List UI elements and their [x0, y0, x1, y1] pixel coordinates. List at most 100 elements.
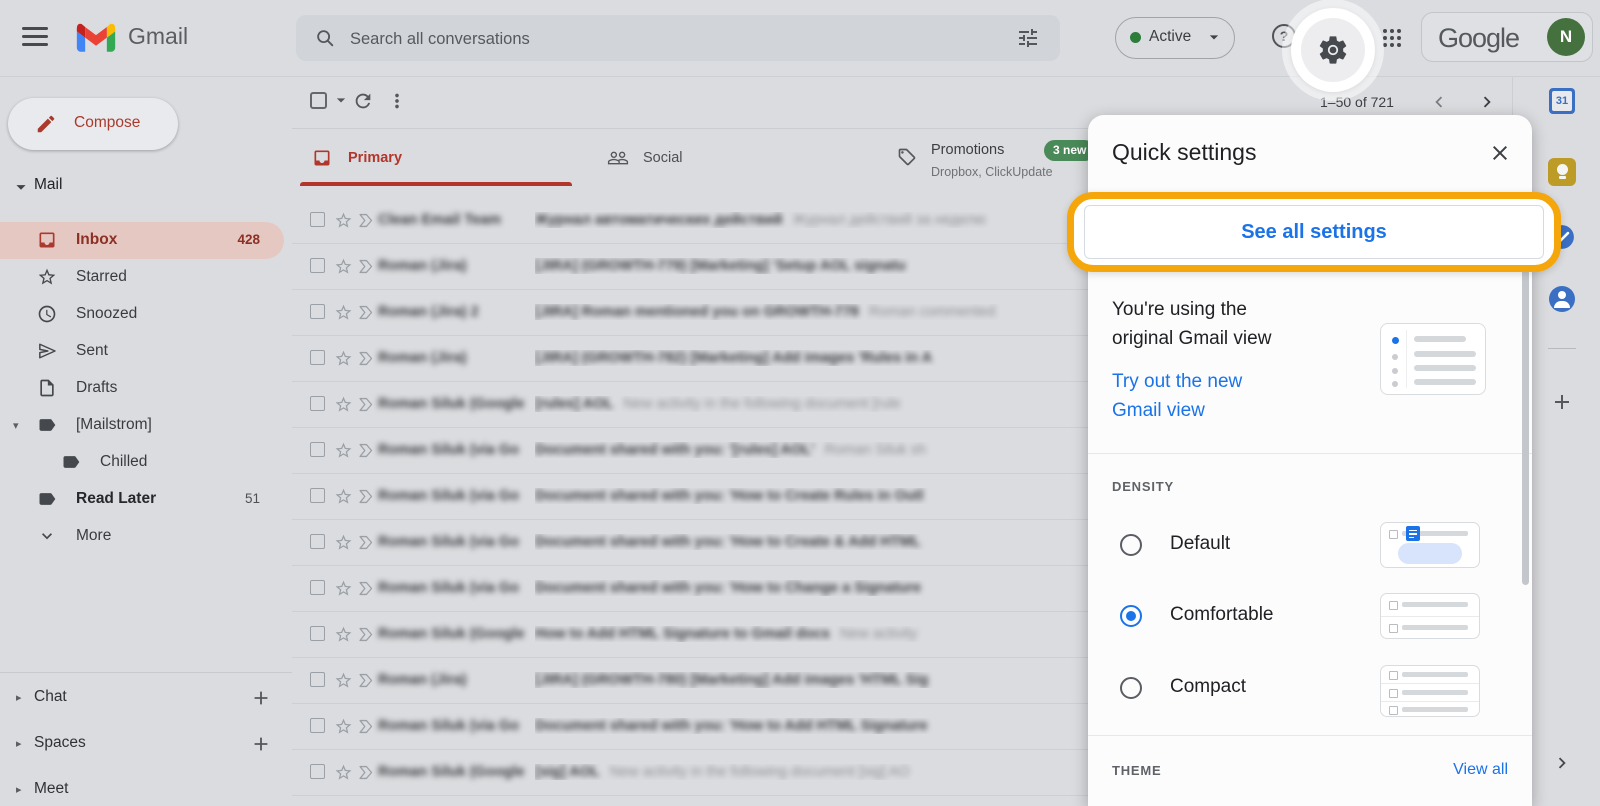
- settings-gear-icon[interactable]: [1316, 33, 1350, 67]
- importance-marker-icon[interactable]: [356, 533, 376, 552]
- select-dropdown-icon[interactable]: [331, 90, 351, 110]
- density-option-comfortable[interactable]: Comfortable: [1170, 604, 1274, 626]
- sidebar-item-more[interactable]: More: [0, 518, 284, 555]
- google-account-area: Google N: [1421, 12, 1593, 62]
- expand-arrow-icon[interactable]: ▾: [13, 419, 19, 432]
- star-icon[interactable]: [334, 441, 353, 460]
- density-option-compact[interactable]: Compact: [1170, 676, 1246, 698]
- sidebar-item-read-later[interactable]: Read Later 51: [0, 481, 284, 518]
- star-icon[interactable]: [334, 349, 353, 368]
- panel-scrollbar[interactable]: [1522, 235, 1529, 585]
- row-checkbox[interactable]: [310, 718, 325, 733]
- importance-marker-icon[interactable]: [356, 395, 376, 414]
- select-all-checkbox[interactable]: [310, 92, 327, 109]
- sidebar-section-meet[interactable]: ▸ Meet: [0, 772, 284, 806]
- row-checkbox[interactable]: [310, 626, 325, 641]
- sidebar-item-label: Snoozed: [76, 305, 137, 323]
- importance-marker-icon[interactable]: [356, 763, 376, 782]
- gmail-app: Gmail Active ? Google N Compose: [0, 0, 1600, 806]
- row-checkbox[interactable]: [310, 534, 325, 549]
- row-checkbox[interactable]: [310, 442, 325, 457]
- refresh-icon[interactable]: [352, 90, 374, 112]
- older-page-icon[interactable]: [1476, 91, 1498, 113]
- see-all-settings-button[interactable]: See all settings: [1084, 205, 1544, 259]
- sidebar-item-starred[interactable]: Starred: [0, 259, 284, 296]
- more-options-icon[interactable]: [386, 90, 408, 112]
- avatar[interactable]: N: [1547, 18, 1585, 56]
- importance-marker-icon[interactable]: [356, 257, 376, 276]
- theme-view-all-link[interactable]: View all: [1453, 761, 1508, 779]
- star-icon[interactable]: [334, 671, 353, 690]
- nav-icon: [37, 230, 57, 250]
- sidebar-item-chilled[interactable]: Chilled: [0, 444, 284, 481]
- close-icon[interactable]: [1488, 141, 1512, 165]
- status-selector[interactable]: Active: [1115, 17, 1235, 59]
- section-collapse-icon[interactable]: [10, 176, 32, 198]
- importance-marker-icon[interactable]: [356, 211, 376, 230]
- promotions-tab-label: Promotions: [931, 142, 1004, 158]
- row-checkbox[interactable]: [310, 672, 325, 687]
- density-option-default[interactable]: Default: [1170, 533, 1230, 555]
- sidebar-item-sent[interactable]: Sent: [0, 333, 284, 370]
- row-checkbox[interactable]: [310, 488, 325, 503]
- row-checkbox[interactable]: [310, 304, 325, 319]
- sidebar-section-spaces[interactable]: ▸ Spaces: [0, 726, 284, 762]
- star-icon[interactable]: [334, 303, 353, 322]
- keep-icon[interactable]: [1548, 158, 1576, 186]
- star-icon[interactable]: [334, 395, 353, 414]
- search-icon[interactable]: [314, 27, 336, 49]
- compose-button[interactable]: Compose: [8, 98, 178, 150]
- row-checkbox[interactable]: [310, 580, 325, 595]
- importance-marker-icon[interactable]: [356, 441, 376, 460]
- search-bar[interactable]: [296, 15, 1060, 61]
- importance-marker-icon[interactable]: [356, 579, 376, 598]
- star-icon[interactable]: [334, 533, 353, 552]
- row-checkbox[interactable]: [310, 212, 325, 227]
- sidebar-item-mailstrom[interactable]: ▾ [Mailstrom]: [0, 407, 284, 444]
- get-addons-icon[interactable]: [1550, 390, 1574, 414]
- importance-marker-icon[interactable]: [356, 671, 376, 690]
- importance-marker-icon[interactable]: [356, 717, 376, 736]
- importance-marker-icon[interactable]: [356, 487, 376, 506]
- radio-default[interactable]: [1120, 534, 1142, 556]
- apps-grid-icon[interactable]: [1380, 26, 1404, 50]
- primary-tab-label: Primary: [348, 150, 402, 166]
- hamburger-menu-icon[interactable]: [22, 27, 48, 47]
- row-checkbox[interactable]: [310, 258, 325, 273]
- importance-marker-icon[interactable]: [356, 625, 376, 644]
- star-icon[interactable]: [334, 763, 353, 782]
- sidebar-item-snoozed[interactable]: Snoozed: [0, 296, 284, 333]
- email-sender: Roman (Jira): [378, 672, 528, 688]
- importance-marker-icon[interactable]: [356, 349, 376, 368]
- calendar-icon[interactable]: 31: [1549, 88, 1575, 114]
- importance-marker-icon[interactable]: [356, 303, 376, 322]
- add-icon[interactable]: [250, 687, 272, 709]
- sidebar-item-inbox[interactable]: Inbox 428: [0, 222, 284, 259]
- sidebar-section-chat[interactable]: ▸ Chat: [0, 680, 284, 716]
- contacts-icon[interactable]: [1549, 286, 1575, 312]
- star-icon[interactable]: [334, 579, 353, 598]
- radio-comfortable[interactable]: [1120, 605, 1142, 627]
- tab-primary[interactable]: Primary: [300, 130, 572, 186]
- add-icon[interactable]: [250, 733, 272, 755]
- expand-arrow-icon[interactable]: ▸: [16, 737, 22, 750]
- expand-arrow-icon[interactable]: ▸: [16, 691, 22, 704]
- sidebar-item-drafts[interactable]: Drafts: [0, 370, 284, 407]
- row-checkbox[interactable]: [310, 350, 325, 365]
- star-icon[interactable]: [334, 257, 353, 276]
- tab-social[interactable]: Social: [592, 130, 864, 186]
- try-new-view-link[interactable]: Try out the new Gmail view: [1112, 367, 1242, 425]
- star-icon[interactable]: [334, 487, 353, 506]
- newer-page-icon[interactable]: [1428, 91, 1450, 113]
- star-icon[interactable]: [334, 211, 353, 230]
- row-checkbox[interactable]: [310, 396, 325, 411]
- mail-section-header[interactable]: Mail: [0, 173, 292, 201]
- search-filters-icon[interactable]: [1016, 26, 1040, 50]
- radio-compact[interactable]: [1120, 677, 1142, 699]
- star-icon[interactable]: [334, 717, 353, 736]
- row-checkbox[interactable]: [310, 764, 325, 779]
- search-input[interactable]: [348, 15, 952, 63]
- star-icon[interactable]: [334, 625, 353, 644]
- expand-arrow-icon[interactable]: ▸: [16, 783, 22, 796]
- hide-side-panel-icon[interactable]: [1551, 752, 1573, 774]
